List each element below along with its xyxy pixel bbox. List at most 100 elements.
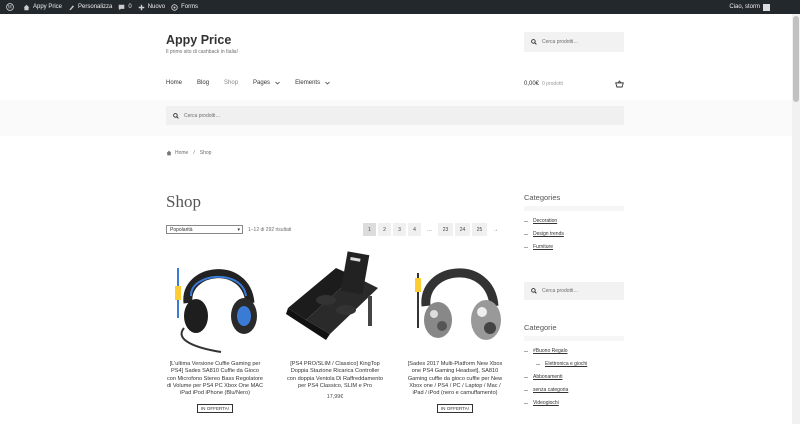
admin-new[interactable]: Nuovo — [138, 0, 165, 14]
list-bullet — [524, 246, 528, 248]
page-link[interactable]: 25 — [472, 223, 487, 236]
chevron-down-icon — [325, 81, 330, 85]
product-price: 17,99€ — [326, 394, 344, 401]
widget-title: Categories — [524, 193, 561, 202]
category-label: Furniture — [533, 244, 554, 250]
product-title[interactable]: [PS4 PRO/SLIM / Classico] KingTop Doppia… — [286, 361, 384, 390]
admin-site-label: Appy Price — [33, 4, 63, 10]
site-description: Il primo sito di cashback in Italia! — [166, 49, 238, 55]
nav-label: Home — [166, 80, 183, 86]
sidebar-search-input[interactable]: Cerca prodotti… — [524, 282, 624, 300]
pagination: 1 2 3 4 … 23 24 25 → — [363, 223, 504, 236]
page-link-current[interactable]: 1 — [363, 223, 376, 236]
comment-icon — [119, 4, 125, 10]
next-page-arrow[interactable]: → — [489, 223, 502, 236]
nav-item-shop[interactable]: Shop — [224, 80, 238, 86]
list-bullet — [536, 363, 540, 365]
result-count: 1–12 di 292 risultati — [248, 227, 292, 233]
header-search-placeholder: Cerca prodotti… — [542, 39, 579, 45]
list-bullet — [524, 389, 528, 391]
nav-label: Shop — [224, 80, 239, 86]
category-label: Videogiochi — [533, 400, 559, 406]
list-bullet — [524, 220, 528, 222]
scrollbar[interactable] — [792, 14, 800, 424]
primary-navigation: Home Blog Shop Pages Elements — [166, 80, 345, 86]
admin-comments[interactable]: 0 — [118, 0, 132, 14]
admin-site-name[interactable]: Appy Price — [23, 0, 62, 14]
nav-item-home[interactable]: Home — [166, 80, 182, 86]
home-icon — [166, 150, 172, 156]
brush-icon — [69, 4, 74, 10]
search-icon — [173, 112, 179, 119]
category-item-design-trends[interactable]: Design trends — [524, 231, 624, 237]
dropdown-arrow-icon: ▾ — [237, 226, 240, 233]
home-icon — [23, 4, 30, 10]
breadcrumb-home[interactable]: Home — [175, 150, 188, 156]
category-item-elettronica[interactable]: Elettronica e giochi — [536, 361, 624, 367]
product-image-headset-blue[interactable] — [166, 248, 264, 356]
admin-forms[interactable]: Forms — [171, 0, 198, 14]
admin-forms-label: Forms — [181, 4, 199, 10]
main-search-input[interactable]: Cerca prodotti… — [166, 106, 624, 125]
wordpress-menu[interactable]: W — [6, 0, 17, 14]
plus-icon — [138, 4, 145, 10]
admin-customize[interactable]: Personalizza — [68, 0, 112, 14]
category-label: Design trends — [533, 231, 564, 237]
category-item-buono-regalo[interactable]: #Buono Regalo — [524, 348, 624, 354]
list-bullet — [524, 402, 528, 404]
product-card[interactable]: [L'ultima Versione Cuffie Gaming per PS4… — [166, 248, 264, 415]
search-icon — [531, 39, 537, 45]
admin-customize-label: Personalizza — [78, 4, 113, 10]
widget-title: Categorie — [524, 323, 557, 332]
admin-greeting: Ciao, storm — [729, 4, 760, 10]
admin-comments-count: 0 — [128, 4, 132, 10]
orderby-select[interactable]: Popolarità ▾ — [166, 225, 243, 234]
search-icon — [531, 288, 537, 294]
page-link[interactable]: 2 — [378, 223, 391, 236]
sale-badge: IN OFFERTA! — [196, 404, 234, 414]
product-image-charging-station[interactable] — [286, 248, 384, 356]
product-title[interactable]: [L'ultima Versione Cuffie Gaming per PS4… — [166, 361, 264, 397]
product-card[interactable]: [Sades 2017 Multi-Platform New Xbox one … — [406, 248, 504, 415]
nav-item-blog[interactable]: Blog — [197, 80, 209, 86]
header-search-input[interactable]: Cerca prodotti… — [524, 32, 624, 52]
admin-bar: W Appy Price Personalizza 0 Nuovo Forms … — [0, 0, 800, 14]
scrollbar-thumb[interactable] — [793, 16, 799, 102]
nav-item-pages[interactable]: Pages — [253, 80, 280, 86]
category-item-furniture[interactable]: Furniture — [524, 244, 624, 250]
category-label: Abbonamenti — [533, 374, 563, 380]
category-label: Decoration — [533, 218, 558, 224]
orderby-selected: Popolarità — [170, 226, 193, 233]
widget-divider — [524, 336, 624, 341]
widget-divider — [524, 206, 624, 211]
page-link[interactable]: 3 — [393, 223, 406, 236]
svg-text:W: W — [8, 5, 13, 11]
nav-item-elements[interactable]: Elements — [295, 80, 330, 86]
product-title[interactable]: [Sades 2017 Multi-Platform New Xbox one … — [406, 361, 504, 397]
sidebar-search-placeholder: Cerca prodotti… — [542, 288, 579, 294]
product-image-headset-camo[interactable] — [406, 248, 504, 356]
header-cart[interactable]: 0,00€ 0 prodotti — [524, 80, 624, 88]
category-item-abbonamenti[interactable]: Abbonamenti — [524, 374, 624, 380]
wordpress-icon: W — [6, 3, 14, 11]
chevron-down-icon — [275, 81, 280, 85]
cart-count: 0 prodotti — [542, 81, 563, 87]
category-label: Elettronica e giochi — [545, 361, 588, 367]
category-item-senza-categoria[interactable]: senza categoria — [524, 387, 624, 393]
page-link[interactable]: 23 — [438, 223, 453, 236]
forms-icon — [171, 3, 178, 11]
category-item-videogiochi[interactable]: Videogiochi — [524, 400, 624, 406]
site-title[interactable]: Appy Price — [166, 33, 231, 47]
category-item-decoration[interactable]: Decoration — [524, 218, 624, 224]
sale-badge: IN OFFERTA! — [436, 404, 474, 414]
nav-label: Pages — [253, 80, 271, 86]
avatar — [763, 3, 770, 11]
product-card[interactable]: [PS4 PRO/SLIM / Classico] KingTop Doppia… — [286, 248, 384, 400]
page-title: Shop — [166, 192, 201, 211]
list-bullet — [524, 376, 528, 378]
page-link[interactable]: 24 — [455, 223, 470, 236]
breadcrumb-current: Shop — [199, 150, 212, 156]
page-link[interactable]: 4 — [408, 223, 421, 236]
nav-label: Elements — [295, 80, 321, 86]
admin-account[interactable]: Ciao, storm — [729, 0, 770, 14]
